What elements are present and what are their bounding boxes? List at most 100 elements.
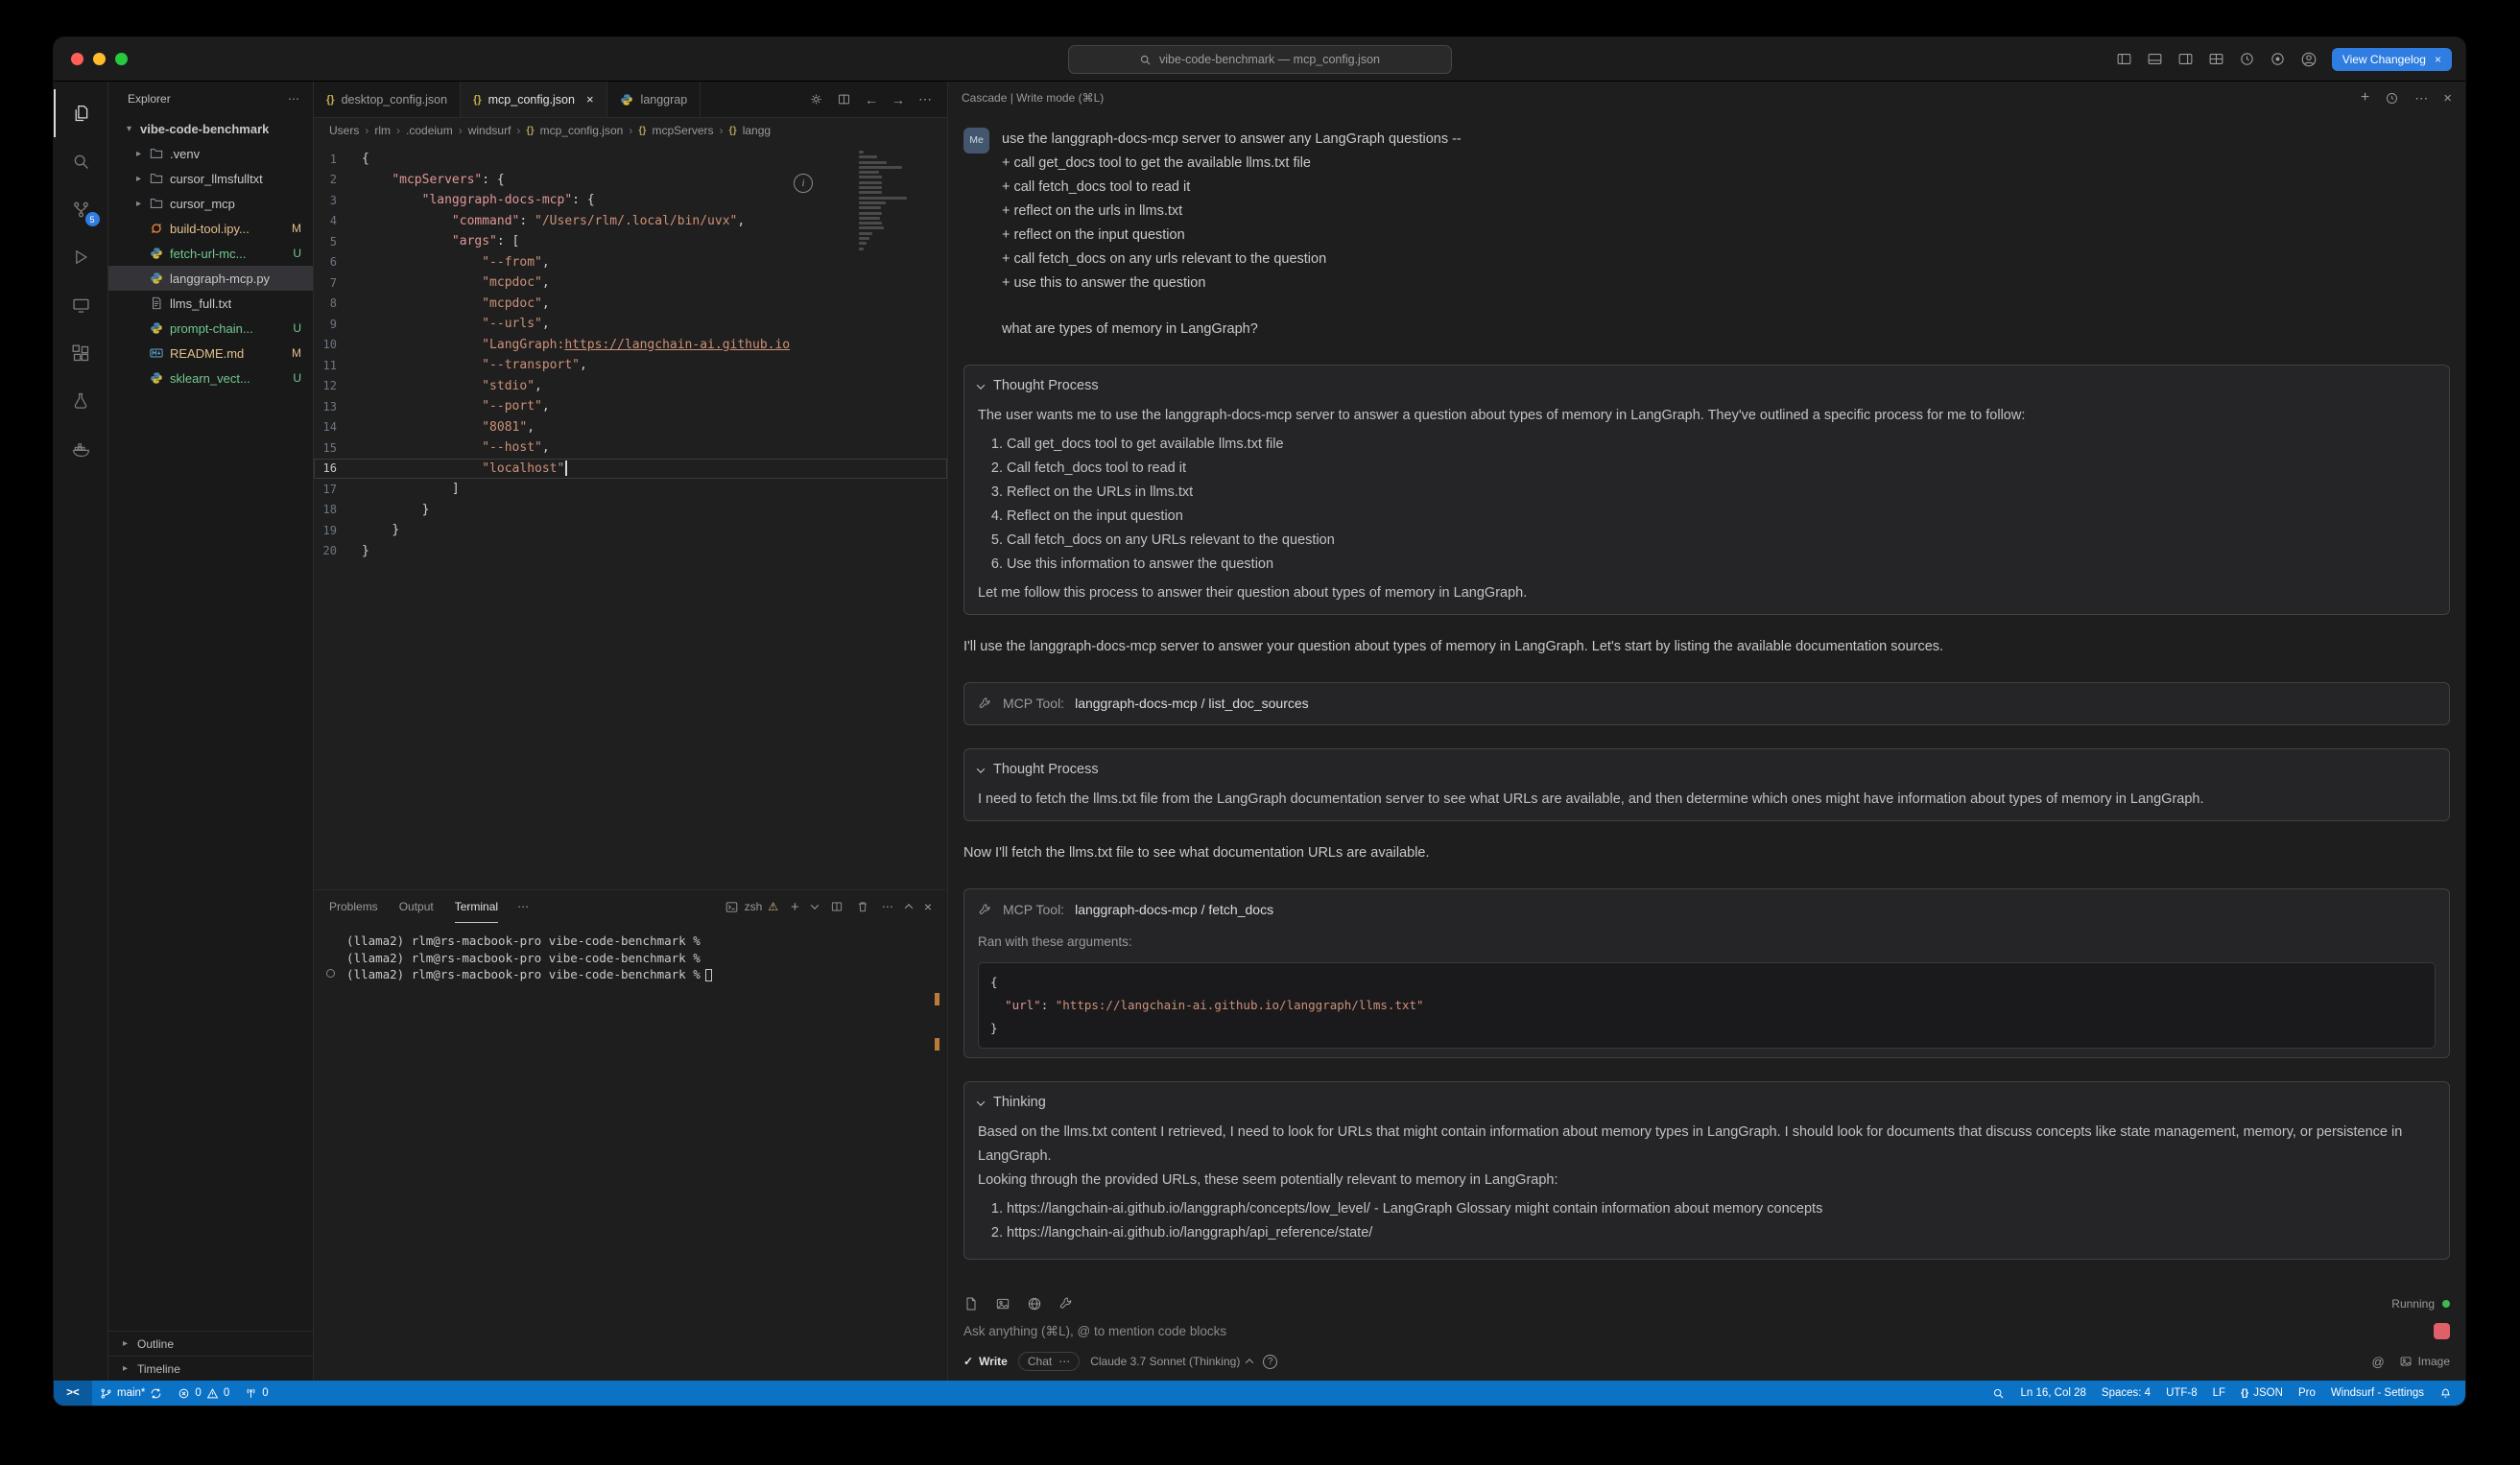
explorer-more-actions-icon[interactable]: ⋯ <box>288 92 299 106</box>
panel-more-actions-icon[interactable]: ⋯ <box>882 900 893 913</box>
trash-icon[interactable] <box>856 900 869 913</box>
model-selector[interactable]: Claude 3.7 Sonnet (Thinking) <box>1090 1355 1252 1368</box>
globe-icon[interactable] <box>1027 1296 1042 1311</box>
activity-run-debug[interactable] <box>54 233 108 281</box>
terminal-dropdown-icon[interactable] <box>811 901 819 909</box>
sync-icon[interactable] <box>150 1387 162 1400</box>
language-mode-indicator[interactable]: {} JSON <box>2233 1381 2291 1406</box>
file-tree-root[interactable]: ▾ vibe-code-benchmark <box>108 116 313 141</box>
help-icon[interactable]: ? <box>1263 1355 1277 1369</box>
file-tree-item-venv[interactable]: ▸.venv <box>108 141 313 166</box>
git-branch-indicator[interactable]: main* <box>92 1381 170 1406</box>
code-line-3[interactable]: 3 "langgraph-docs-mcp": { <box>314 190 947 211</box>
history-clock-icon[interactable] <box>2239 51 2255 67</box>
panel-tab-problems[interactable]: Problems <box>329 890 378 923</box>
view-changelog-button[interactable]: View Changelog × <box>2332 48 2452 71</box>
account-avatar-icon[interactable] <box>2300 51 2318 68</box>
close-tab-icon[interactable]: × <box>586 92 594 106</box>
panel-more-tabs-icon[interactable]: ⋯ <box>517 900 529 913</box>
file-tree-item-llms-full-txt[interactable]: llms_full.txt <box>108 291 313 316</box>
breadcrumb-item-rlm[interactable]: rlm <box>374 124 391 137</box>
maximize-panel-icon[interactable] <box>905 904 913 911</box>
navigate-forward-icon[interactable]: → <box>892 92 905 107</box>
mention-icon[interactable]: @ <box>2371 1355 2384 1369</box>
chat-mode-toggle[interactable]: Chat ⋯ <box>1018 1352 1080 1371</box>
activity-search[interactable] <box>54 137 108 185</box>
code-line-18[interactable]: 18 } <box>314 500 947 521</box>
activity-explorer[interactable] <box>54 89 108 137</box>
file-tree-item-cursor-mcp[interactable]: ▸cursor_mcp <box>108 191 313 216</box>
plan-indicator[interactable]: Pro <box>2291 1381 2323 1406</box>
code-line-6[interactable]: 6 "--from", <box>314 252 947 273</box>
close-panel-icon[interactable]: × <box>924 899 932 914</box>
gear-icon[interactable] <box>809 92 823 106</box>
customize-layout-icon[interactable] <box>2208 51 2224 67</box>
activity-docker[interactable] <box>54 425 108 473</box>
minimap[interactable] <box>859 151 918 252</box>
sidebar-section-outline[interactable]: ▸ Outline <box>108 1331 313 1356</box>
activity-source-control[interactable]: 5 <box>54 185 108 233</box>
sidebar-section-timeline[interactable]: ▸ Timeline <box>108 1356 313 1381</box>
ports-indicator[interactable]: 0 <box>237 1381 275 1406</box>
code-line-5[interactable]: 5 "args": [ <box>314 231 947 252</box>
notifications-indicator[interactable] <box>2432 1381 2460 1406</box>
terminal-body[interactable]: (llama2) rlm@rs-macbook-pro vibe-code-be… <box>314 923 947 1381</box>
split-terminal-icon[interactable] <box>830 900 844 913</box>
tab-mcp-config-json[interactable]: {}mcp_config.json× <box>461 82 606 117</box>
toggle-panel-icon[interactable] <box>2147 51 2163 67</box>
code-line-4[interactable]: 4 "command": "/Users/rlm/.local/bin/uvx"… <box>314 211 947 232</box>
breadcrumb-item-windsurf[interactable]: windsurf <box>468 124 511 137</box>
file-tree-item-sklearn-vect[interactable]: sklearn_vect...U <box>108 366 313 390</box>
minimize-window-button[interactable] <box>93 53 106 65</box>
usage-gauge-icon[interactable] <box>2270 51 2286 67</box>
breadcrumb-item-mcpservers[interactable]: mcpServers <box>653 124 714 137</box>
tab-desktop-config-json[interactable]: {}desktop_config.json <box>314 82 461 117</box>
toggle-sidebar-right-icon[interactable] <box>2177 51 2194 67</box>
inline-info-icon[interactable]: i <box>794 174 813 193</box>
encoding-indicator[interactable]: UTF-8 <box>2158 1381 2205 1406</box>
add-image-button[interactable]: Image <box>2399 1355 2450 1368</box>
panel-tab-output[interactable]: Output <box>399 890 434 923</box>
mcp-tool-box-2[interactable]: MCP Tool: langgraph-docs-mcp / fetch_doc… <box>963 888 2450 1058</box>
remote-indicator[interactable]: >< <box>54 1381 92 1406</box>
toggle-sidebar-left-icon[interactable] <box>2116 51 2132 67</box>
code-line-7[interactable]: 7 "mcpdoc", <box>314 272 947 294</box>
indentation-indicator[interactable]: Spaces: 4 <box>2094 1381 2158 1406</box>
cursor-position-indicator[interactable]: Ln 16, Col 28 <box>2012 1381 2093 1406</box>
code-line-14[interactable]: 14 "8081", <box>314 417 947 438</box>
code-line-11[interactable]: 11 "--transport", <box>314 355 947 376</box>
code-editor[interactable]: 1{2 "mcpServers": {3 "langgraph-docs-mcp… <box>314 143 947 889</box>
file-tree-item-fetch-url-mc[interactable]: fetch-url-mc...U <box>108 241 313 266</box>
code-line-9[interactable]: 9 "--urls", <box>314 314 947 335</box>
split-editor-icon[interactable] <box>837 92 851 106</box>
activity-extensions[interactable] <box>54 329 108 377</box>
code-line-12[interactable]: 12 "stdio", <box>314 376 947 397</box>
chat-scroll-area[interactable]: Me use the langgraph-docs-mcp server to … <box>948 114 2465 1285</box>
code-line-8[interactable]: 8 "mcpdoc", <box>314 294 947 315</box>
attach-file-icon[interactable] <box>963 1296 979 1311</box>
code-line-13[interactable]: 13 "--port", <box>314 396 947 417</box>
breadcrumb-item-users[interactable]: Users <box>329 124 359 137</box>
tab-langgrap[interactable]: langgrap <box>607 82 701 117</box>
breadcrumb-item-mcp-config-json[interactable]: mcp_config.json <box>540 124 624 137</box>
titlebar-search[interactable]: vibe-code-benchmark — mcp_config.json <box>1068 45 1452 74</box>
breadcrumb[interactable]: Users›rlm›.codeium›windsurf›{}mcp_config… <box>314 118 947 143</box>
code-line-17[interactable]: 17 ] <box>314 479 947 500</box>
panel-tab-terminal[interactable]: Terminal <box>455 890 498 923</box>
tools-icon[interactable] <box>1058 1296 1074 1311</box>
code-line-1[interactable]: 1{ <box>314 149 947 170</box>
new-terminal-icon[interactable]: + <box>791 899 799 915</box>
code-line-15[interactable]: 15 "--host", <box>314 437 947 459</box>
mcp-tool-box-1[interactable]: MCP Tool: langgraph-docs-mcp / list_doc_… <box>963 682 2450 725</box>
file-tree-item-prompt-chain[interactable]: prompt-chain...U <box>108 316 313 341</box>
close-window-button[interactable] <box>71 53 83 65</box>
breadcrumb-item-codeium[interactable]: .codeium <box>406 124 453 137</box>
activity-remote-explorer[interactable] <box>54 281 108 329</box>
dismiss-changelog-icon[interactable]: × <box>2435 53 2441 66</box>
image-icon[interactable] <box>995 1296 1010 1311</box>
stop-button[interactable] <box>2434 1323 2450 1339</box>
windsurf-settings[interactable]: Windsurf - Settings <box>2323 1381 2432 1406</box>
code-line-16[interactable]: 16 "localhost" <box>314 459 947 480</box>
file-tree-item-build-tool-ipy[interactable]: build-tool.ipy...M <box>108 216 313 241</box>
file-tree-item-cursor-llmsfulltxt[interactable]: ▸cursor_llmsfulltxt <box>108 166 313 191</box>
